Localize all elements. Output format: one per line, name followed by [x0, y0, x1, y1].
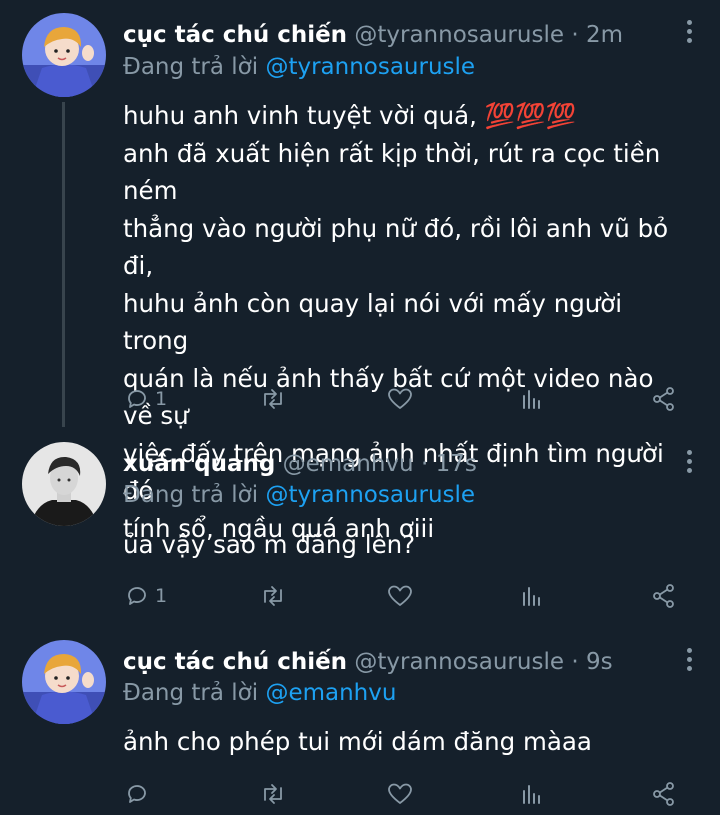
separator-dot: · [571, 649, 579, 675]
display-name[interactable]: xuân quang [123, 451, 275, 477]
replying-to-handle[interactable]: @emanhvu [265, 680, 396, 706]
reply-count: 1 [155, 388, 168, 410]
share-button[interactable] [651, 384, 677, 414]
tweet-1[interactable]: cục tác chú chiến @tyrannosaurusle · 2m … [0, 0, 720, 543]
action-bar: 1 [123, 581, 683, 611]
text-line: huhu anh vinh tuyệt vời quá, 💯💯💯 [123, 101, 577, 130]
action-bar [123, 779, 683, 809]
user-handle[interactable]: @emanhvu [283, 451, 414, 477]
tweet-text: ảnh cho phép tui mới dám đăng màaa [123, 723, 690, 761]
reply-icon [128, 390, 146, 408]
reply-icon [128, 785, 146, 803]
like-button[interactable] [387, 581, 413, 611]
replying-to-handle[interactable]: @tyrannosaurusle [265, 482, 475, 508]
timestamp[interactable]: 9s [586, 649, 613, 675]
share-icon [653, 584, 674, 608]
replying-to-label: Đang trả lời [123, 482, 259, 508]
tweet-header: cục tác chú chiến @tyrannosaurusle · 2m [123, 20, 660, 50]
analytics-icon [523, 587, 540, 606]
analytics-button[interactable] [520, 384, 544, 414]
text-line: ảnh cho phép tui mới dám đăng màaa [123, 727, 592, 756]
action-bar: 1 [123, 384, 683, 414]
reply-button[interactable]: 1 [125, 384, 167, 414]
replying-to-label: Đang trả lời [123, 54, 259, 80]
analytics-icon [523, 390, 540, 409]
replying-to-handle[interactable]: @tyrannosaurusle [265, 54, 475, 80]
tweet-2[interactable]: xuân quang @emanhvu · 17s Đang trả lời @… [0, 430, 720, 630]
heart-icon [388, 585, 412, 606]
like-button[interactable] [387, 384, 413, 414]
heart-icon [388, 783, 412, 804]
reply-icon [128, 587, 146, 605]
user-handle[interactable]: @tyrannosaurusle [354, 649, 564, 675]
analytics-button[interactable] [520, 581, 544, 611]
more-vertical-icon[interactable] [684, 20, 694, 47]
retweet-button[interactable] [259, 779, 287, 809]
retweet-icon [264, 389, 282, 409]
replying-to: Đang trả lời @tyrannosaurusle [123, 480, 475, 510]
replying-to-label: Đang trả lời [123, 680, 259, 706]
share-button[interactable] [651, 581, 677, 611]
retweet-icon [264, 784, 282, 804]
timestamp[interactable]: 2m [586, 22, 623, 48]
separator-dot: · [420, 451, 429, 477]
thread-line [62, 102, 65, 427]
tweet-3[interactable]: cục tác chú chiến @tyrannosaurusle · 9s … [0, 630, 720, 815]
display-name[interactable]: cục tác chú chiến [123, 22, 347, 48]
text-line: thẳng vào người phụ nữ đó, rồi lôi anh v… [123, 213, 669, 281]
replying-to: Đang trả lời @emanhvu [123, 678, 396, 708]
share-icon [653, 387, 674, 411]
text-line: anh đã xuất hiện rất kịp thời, rút ra cọ… [123, 138, 661, 206]
text-line: ủa vậy sao m đăng lên? [123, 530, 416, 559]
tweet-text: ủa vậy sao m đăng lên? [123, 526, 690, 564]
share-icon [653, 782, 674, 806]
more-vertical-icon[interactable] [684, 648, 694, 675]
avatar[interactable] [22, 442, 106, 526]
analytics-icon [523, 785, 540, 804]
separator-dot: · [571, 22, 579, 48]
avatar[interactable] [22, 640, 106, 724]
heart-icon [388, 388, 412, 409]
analytics-button[interactable] [520, 779, 544, 809]
retweet-icon [264, 586, 282, 606]
user-handle[interactable]: @tyrannosaurusle [354, 22, 564, 48]
display-name[interactable]: cục tác chú chiến [123, 649, 347, 675]
text-line: huhu ảnh còn quay lại nói với mấy người … [123, 288, 623, 356]
more-vertical-icon[interactable] [684, 450, 694, 477]
share-button[interactable] [651, 779, 677, 809]
reply-button[interactable] [125, 779, 155, 809]
tweet-header: xuân quang @emanhvu · 17s [123, 449, 660, 479]
like-button[interactable] [387, 779, 413, 809]
tweet-header: cục tác chú chiến @tyrannosaurusle · 9s [123, 647, 660, 677]
avatar[interactable] [22, 13, 106, 97]
reply-count: 1 [155, 585, 168, 607]
retweet-button[interactable] [259, 384, 287, 414]
replying-to: Đang trả lời @tyrannosaurusle [123, 52, 475, 82]
reply-button[interactable]: 1 [125, 581, 167, 611]
timestamp[interactable]: 17s [436, 451, 477, 477]
retweet-button[interactable] [259, 581, 287, 611]
